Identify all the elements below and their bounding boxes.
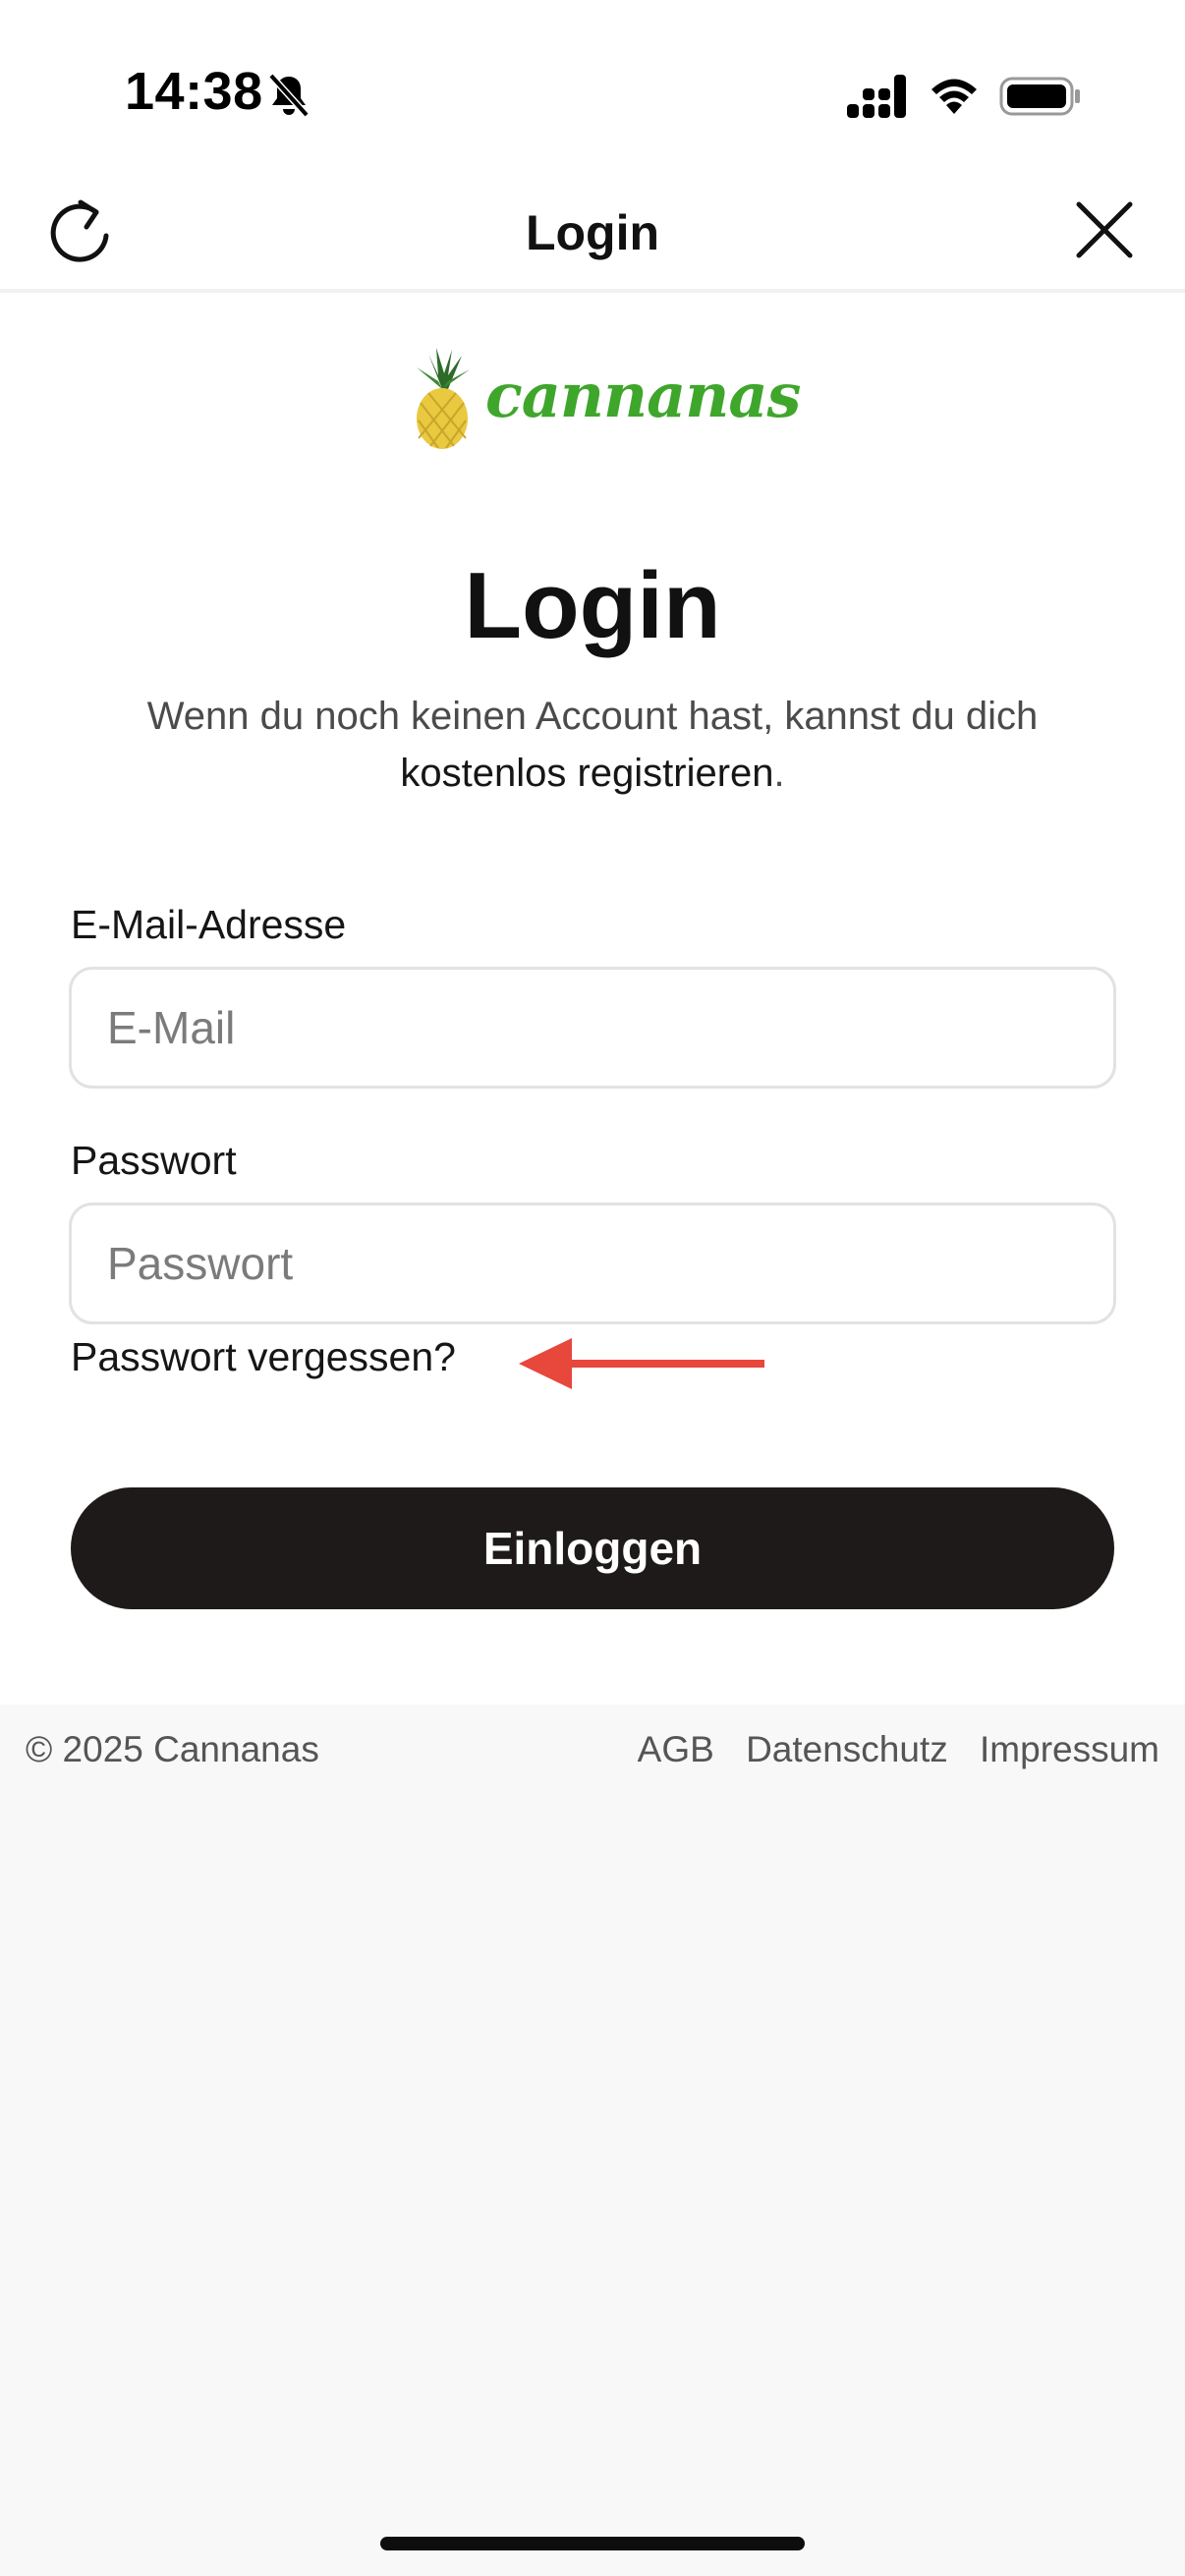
footer-link-agb[interactable]: AGB: [638, 1729, 714, 1769]
annotation-arrow-icon: [519, 1338, 764, 1389]
footer-copyright: © 2025 Cannanas: [26, 1729, 319, 1769]
email-input[interactable]: [69, 967, 1116, 1089]
home-indicator[interactable]: [380, 2537, 805, 2550]
bell-off-icon: [268, 73, 310, 118]
logo-wordmark: cannanas: [485, 360, 801, 431]
pineapple-icon: [417, 348, 470, 449]
wifi-icon: [931, 79, 977, 114]
intro-sentence: Wenn du noch keinen Account hast, kannst…: [146, 695, 1039, 738]
register-link[interactable]: kostenlos registrieren: [400, 752, 773, 795]
footer-link-impressum[interactable]: Impressum: [980, 1729, 1159, 1769]
intro-text: Wenn du noch keinen Account hast, kannst…: [59, 688, 1126, 802]
nav-title: Login: [525, 205, 660, 260]
footer-links: AGB Datenschutz Impressum: [616, 1729, 1159, 1770]
status-bar: 14:38: [0, 0, 1185, 167]
status-time: 14:38: [125, 62, 263, 121]
password-input[interactable]: [69, 1203, 1116, 1324]
login-button[interactable]: Einloggen: [71, 1487, 1114, 1609]
intro-end: .: [773, 752, 785, 795]
nav-bar: Login: [0, 167, 1185, 293]
close-icon[interactable]: [1071, 196, 1138, 263]
email-label: E-Mail-Adresse: [71, 902, 347, 947]
footer-link-datenschutz[interactable]: Datenschutz: [746, 1729, 948, 1769]
password-label: Passwort: [71, 1138, 237, 1183]
forgot-password-link[interactable]: Passwort vergessen?: [71, 1334, 456, 1380]
cellular-signal-icon: [847, 75, 906, 118]
cannanas-logo: cannanas: [409, 346, 801, 450]
page-title: Login: [464, 553, 721, 658]
battery-icon: [999, 77, 1080, 116]
